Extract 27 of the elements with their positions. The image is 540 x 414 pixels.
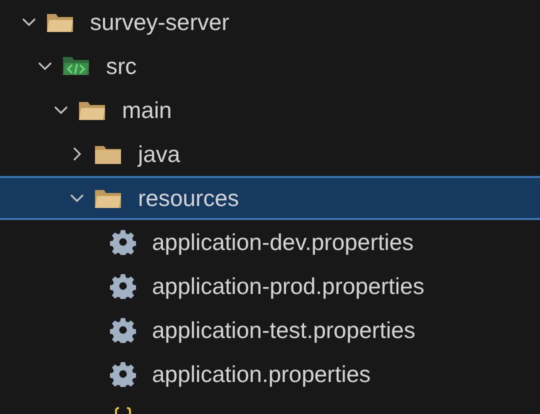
tree-item[interactable]: src — [0, 44, 540, 88]
file-name: application-prod.properties — [152, 272, 424, 301]
folder-icon — [78, 99, 106, 121]
file-name: survey-server — [90, 8, 230, 37]
tree-item[interactable]: resources — [0, 176, 540, 220]
gear-icon — [110, 317, 136, 343]
file-name: src — [106, 52, 137, 81]
tree-item[interactable]: application-prod.properties — [0, 264, 540, 308]
folder-icon — [94, 143, 122, 165]
gear-icon — [110, 361, 136, 387]
tree-item[interactable]: main — [0, 88, 540, 132]
file-name: main — [122, 96, 172, 125]
gear-icon — [110, 273, 136, 299]
file-name: java — [138, 140, 180, 169]
folder-icon — [94, 187, 122, 209]
folder-icon — [46, 11, 74, 33]
tree-item[interactable]: java — [0, 132, 540, 176]
tree-item[interactable]: application-dev.properties — [0, 220, 540, 264]
tree-item[interactable]: survey-server — [0, 0, 540, 44]
tree-item[interactable]: application-test.properties — [0, 308, 540, 352]
file-name: application-test.properties — [152, 316, 416, 345]
file-name: resources — [138, 184, 239, 213]
code-folder-icon — [62, 54, 90, 78]
tree-item[interactable]: application.properties — [0, 352, 540, 396]
gear-icon — [110, 229, 136, 255]
file-name: application-dev.properties — [152, 228, 414, 257]
file-name: application.properties — [152, 360, 371, 389]
